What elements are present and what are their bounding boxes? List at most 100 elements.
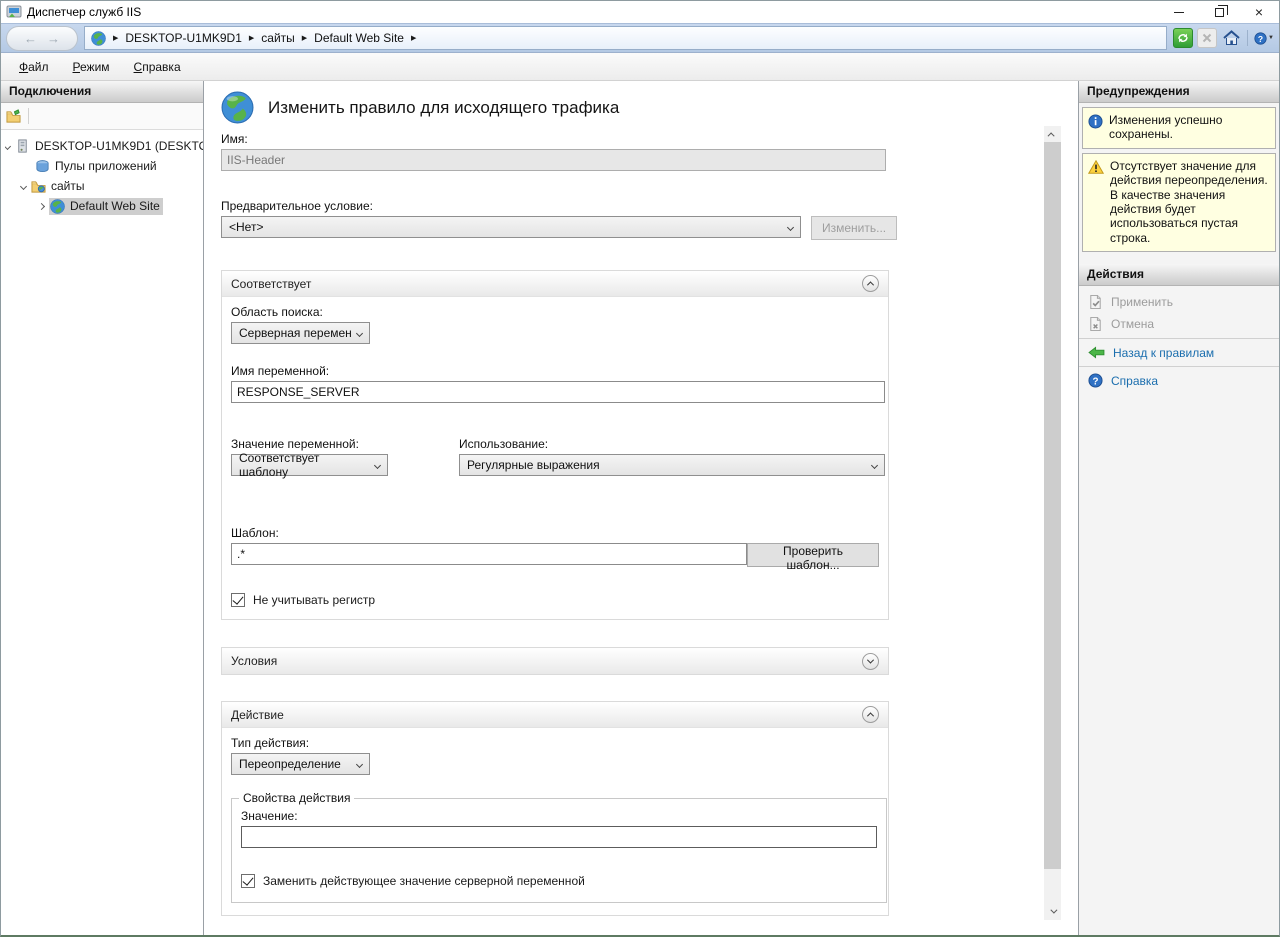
name-input[interactable]: [221, 149, 886, 171]
minimize-button[interactable]: [1159, 1, 1199, 23]
actions-header: Действия: [1079, 264, 1279, 286]
precondition-value: <Нет>: [229, 220, 263, 234]
tree-node-default-web-site-label: Default Web Site: [70, 199, 160, 213]
breadcrumb-separator-icon: ▶: [249, 34, 254, 42]
scrollbar-thumb[interactable]: [1044, 142, 1061, 869]
apply-label: Применить: [1111, 295, 1173, 309]
variable-value-select[interactable]: Соответствует шаблону: [231, 454, 388, 476]
chevron-up-icon: [1048, 132, 1055, 139]
expand-button[interactable]: [862, 653, 879, 670]
action-section-header[interactable]: Действие: [222, 702, 888, 728]
variable-value-label: Значение переменной:: [231, 437, 388, 451]
selected-tree-item[interactable]: Default Web Site: [49, 198, 163, 215]
address-breadcrumb[interactable]: ▶ DESKTOP-U1MK9D1 ▶ сайты ▶ Default Web …: [84, 26, 1167, 50]
chevron-down-icon[interactable]: [20, 182, 27, 189]
tree-node-sites[interactable]: сайты: [5, 176, 203, 196]
action-section: Действие Тип действия: Переопределение С…: [221, 701, 889, 916]
chevron-down-icon: [356, 329, 363, 336]
close-button[interactable]: ×: [1239, 1, 1279, 23]
replace-value-checkbox[interactable]: [241, 874, 255, 888]
breadcrumb-sites[interactable]: сайты: [261, 31, 295, 45]
collapse-button[interactable]: [862, 706, 879, 723]
edit-precondition-button[interactable]: Изменить...: [811, 216, 897, 240]
home-button[interactable]: [1221, 28, 1241, 48]
warnings-header: Предупреждения: [1079, 81, 1279, 103]
warning-icon: [1088, 160, 1104, 174]
app-pools-icon: [35, 159, 50, 174]
tree-node-app-pools-label: Пулы приложений: [55, 159, 157, 173]
action-type-label: Тип действия:: [231, 736, 879, 750]
menu-bar: Файл Режим Справка: [1, 53, 1279, 81]
vertical-scrollbar[interactable]: [1044, 126, 1061, 920]
chevron-up-icon: [867, 281, 874, 288]
actions-divider: [1079, 366, 1279, 367]
tree-node-app-pools[interactable]: Пулы приложений: [5, 156, 203, 176]
connections-header: Подключения: [1, 81, 203, 103]
help-button[interactable]: ? ▼: [1254, 28, 1274, 48]
chevron-down-icon[interactable]: [5, 142, 11, 149]
menu-view-accel: Р: [73, 60, 80, 74]
chevron-down-icon: [787, 223, 794, 230]
breadcrumb-separator-icon: ▶: [302, 34, 307, 42]
breadcrumb-separator-icon: ▶: [411, 34, 416, 42]
action-properties-legend: Свойства действия: [239, 791, 354, 805]
menu-help[interactable]: Справка: [124, 56, 191, 78]
menu-view[interactable]: Режим: [63, 56, 120, 78]
variable-name-label: Имя переменной:: [231, 364, 879, 378]
restore-icon: [1215, 8, 1224, 17]
scroll-up-button[interactable]: [1044, 126, 1061, 143]
right-panel: Предупреждения Изменения успешно сохране…: [1079, 81, 1279, 935]
iis-manager-window: Диспетчер служб IIS × ← → ▶ DESKTOP-U1MK…: [0, 0, 1280, 937]
tree-node-default-web-site[interactable]: Default Web Site: [5, 196, 203, 216]
menu-file[interactable]: Файл: [9, 56, 59, 78]
help-dropdown-icon: ▼: [1268, 35, 1274, 41]
forward-icon[interactable]: →: [47, 32, 60, 45]
scroll-down-button[interactable]: [1044, 903, 1061, 920]
chevron-down-icon: [867, 656, 874, 663]
variable-value-value: Соответствует шаблону: [239, 451, 369, 479]
chevron-up-icon: [867, 712, 874, 719]
scope-select[interactable]: Серверная переменн: [231, 322, 370, 344]
actions-divider: [1079, 338, 1279, 339]
chevron-down-icon: [356, 760, 363, 767]
apply-action[interactable]: Применить: [1079, 291, 1279, 313]
test-pattern-button[interactable]: Проверить шаблон...: [747, 543, 879, 567]
collapse-button[interactable]: [862, 275, 879, 292]
conditions-section-header[interactable]: Условия: [222, 648, 888, 674]
apply-icon: [1088, 294, 1103, 310]
home-icon: [1223, 30, 1240, 46]
back-to-rules-action[interactable]: Назад к правилам: [1079, 342, 1279, 363]
stop-button[interactable]: [1197, 28, 1217, 48]
warning-message: Отсутствует значение для действия переоп…: [1082, 153, 1276, 252]
breadcrumb-server[interactable]: DESKTOP-U1MK9D1: [125, 31, 241, 45]
tree-node-sites-label: сайты: [51, 179, 85, 193]
breadcrumb-default-web-site[interactable]: Default Web Site: [314, 31, 404, 45]
back-icon[interactable]: ←: [24, 32, 37, 45]
ignore-case-checkbox[interactable]: [231, 593, 245, 607]
svg-text:?: ?: [1092, 376, 1098, 387]
edit-outbound-rule-page: Изменить правило для исходящего трафика …: [204, 81, 1079, 935]
match-section-header[interactable]: Соответствует: [222, 271, 888, 297]
chevron-down-icon: [374, 461, 381, 468]
page-globe-icon: [221, 91, 254, 124]
value-input[interactable]: [241, 826, 877, 848]
help-icon: ?: [1254, 30, 1267, 47]
restore-button[interactable]: [1199, 1, 1239, 23]
cancel-action[interactable]: Отмена: [1079, 313, 1279, 335]
pattern-input[interactable]: [231, 543, 747, 565]
chevron-right-icon[interactable]: [38, 202, 45, 209]
tree-node-server[interactable]: DESKTOP-U1MK9D1 (DESKTOP: [5, 136, 203, 156]
chevron-down-icon: [1050, 907, 1057, 914]
action-type-select[interactable]: Переопределение: [231, 753, 370, 775]
action-properties-group: Свойства действия Значение: Заменить дей…: [231, 791, 887, 903]
using-select[interactable]: Регулярные выражения: [459, 454, 885, 476]
save-connection-icon[interactable]: [6, 109, 21, 124]
refresh-button[interactable]: [1173, 28, 1193, 48]
toolbar-divider: [28, 108, 29, 124]
scope-label: Область поиска:: [231, 305, 879, 319]
precondition-select[interactable]: <Нет>: [221, 216, 801, 238]
help-action[interactable]: ? Справка: [1079, 370, 1279, 391]
variable-name-input[interactable]: [231, 381, 885, 403]
close-icon: ×: [1255, 5, 1263, 19]
pattern-label: Шаблон:: [231, 526, 879, 540]
